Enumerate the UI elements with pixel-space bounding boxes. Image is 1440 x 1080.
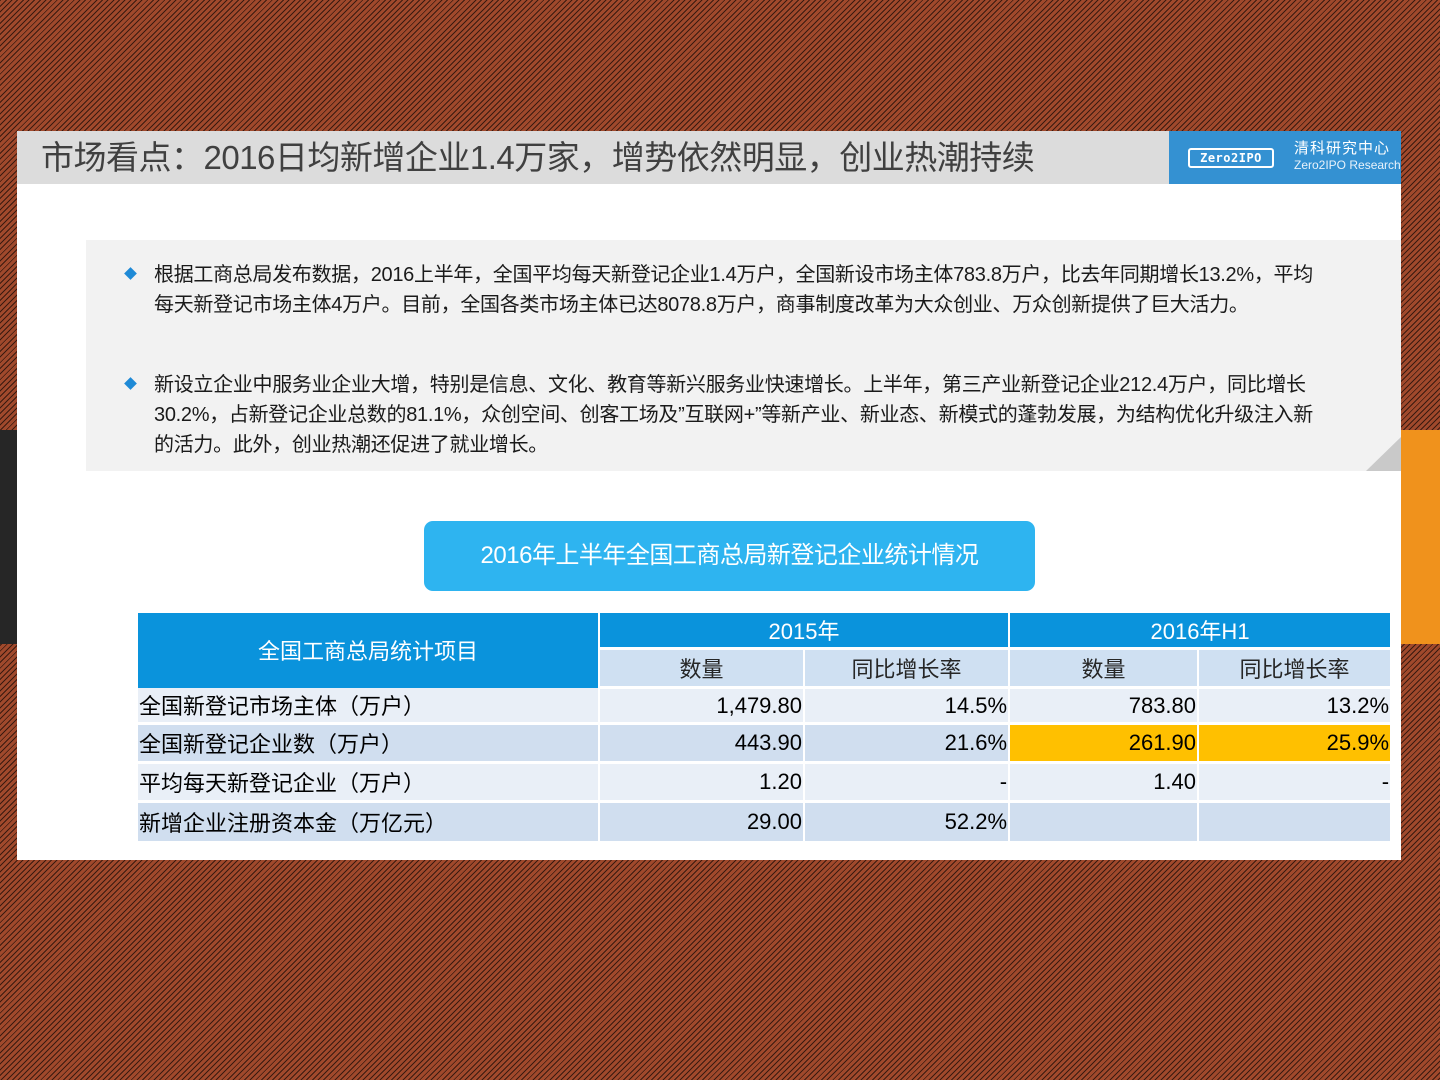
page-corner-fold [1366,437,1401,471]
table-cell: 1.40 [1009,762,1200,803]
table-row: 平均每天新登记企业（万户） 1.20 - 1.40 - [138,762,1391,803]
stats-table: 全国工商总局统计项目 2015年 2016年H1 数量 同比增长率 数量 同比增… [138,613,1391,844]
diamond-bullet-icon [124,377,137,390]
logo-mark-icon: Zero2IPO [1188,148,1274,168]
table-row: 全国新登记企业数（万户） 443.90 21.6% 261.90 25.9% [138,723,1391,764]
row-label: 平均每天新登记企业（万户） [138,762,600,803]
table-cell [1009,801,1200,844]
slide-title: 市场看点：2016日均新增企业1.4万家，增势依然明显，创业热潮持续 [41,139,1035,176]
table-cell [1198,801,1391,844]
header-year-2016h1: 2016年H1 [1009,613,1391,650]
left-accent-band [0,430,18,644]
slide: 市场看点：2016日均新增企业1.4万家，增势依然明显，创业热潮持续 Zero2… [17,131,1401,860]
highlighted-cell: 25.9% [1198,723,1391,764]
table-cell: 443.90 [599,723,805,764]
table-cell: 783.80 [1009,687,1200,725]
table-cell: 21.6% [804,723,1011,764]
table-cell: 1,479.80 [599,687,805,725]
table-cell: - [1198,762,1391,803]
table-cell: - [804,762,1011,803]
table-row: 新增企业注册资本金（万亿元） 29.00 52.2% [138,801,1391,844]
table-cell: 52.2% [804,801,1011,844]
table-caption: 2016年上半年全国工商总局新登记企业统计情况 [424,521,1035,591]
bullet-text: 新设立企业中服务业企业大增，特别是信息、文化、教育等新兴服务业快速增长。上半年，… [154,374,1313,456]
logo-name-cn: 清科研究中心 [1294,140,1391,157]
header-quantity: 数量 [599,648,805,689]
table-cell: 1.20 [599,762,805,803]
table-cell: 14.5% [804,687,1011,725]
table-cell: 13.2% [1198,687,1391,725]
info-panel: 根据工商总局发布数据，2016上半年，全国平均每天新登记企业1.4万户，全国新设… [86,240,1401,471]
header-stat-item: 全国工商总局统计项目 [138,613,600,688]
title-bar: 市场看点：2016日均新增企业1.4万家，增势依然明显，创业热潮持续 Zero2… [17,131,1401,184]
table-cell: 29.00 [599,801,805,844]
header-quantity: 数量 [1009,648,1200,689]
header-year-2015: 2015年 [599,613,1011,650]
highlighted-cell: 261.90 [1009,723,1200,764]
row-label: 全国新登记市场主体（万户） [138,687,600,725]
row-label: 新增企业注册资本金（万亿元） [138,801,600,844]
logo: Zero2IPO 清科研究中心 Zero2IPO Research [1169,131,1401,184]
right-accent-band [1400,430,1440,644]
header-growth-rate: 同比增长率 [1198,648,1391,689]
logo-name-en: Zero2IPO Research [1294,158,1401,172]
row-label: 全国新登记企业数（万户） [138,723,600,764]
diamond-bullet-icon [124,267,137,280]
table-row: 全国新登记市场主体（万户） 1,479.80 14.5% 783.80 13.2… [138,687,1391,725]
header-growth-rate: 同比增长率 [804,648,1011,689]
bullet-text: 根据工商总局发布数据，2016上半年，全国平均每天新登记企业1.4万户，全国新设… [154,264,1313,316]
